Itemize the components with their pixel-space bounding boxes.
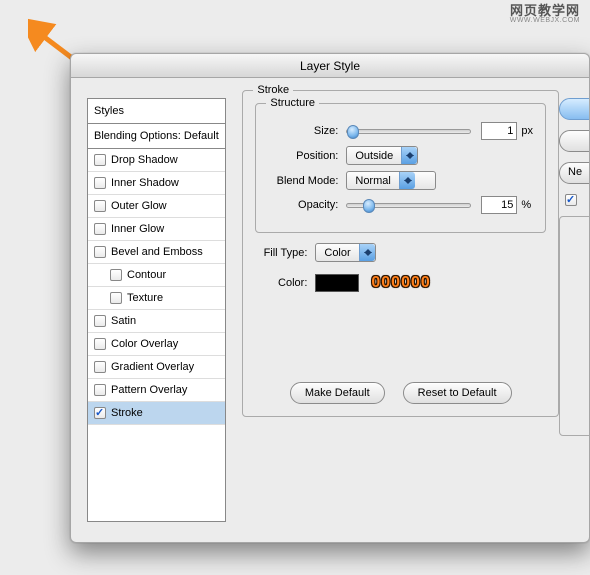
sidebar-item-inner-shadow[interactable]: Inner Shadow xyxy=(88,172,225,195)
opacity-slider-thumb[interactable] xyxy=(363,199,375,213)
size-slider-thumb[interactable] xyxy=(347,125,359,139)
watermark-en: WWW.WEBJX.COM xyxy=(510,17,580,24)
structure-group: Structure Size: px Position: Outside xyxy=(255,103,546,233)
sidebar-item-label: Inner Glow xyxy=(111,223,164,235)
color-row: Color: 000000 xyxy=(255,274,546,292)
sidebar-item-drop-shadow[interactable]: Drop Shadow xyxy=(88,149,225,172)
sidebar-blending-options[interactable]: Blending Options: Default xyxy=(88,124,225,149)
sidebar-checkbox[interactable] xyxy=(94,407,106,419)
sidebar-item-gradient-overlay[interactable]: Gradient Overlay xyxy=(88,356,225,379)
position-label: Position: xyxy=(268,150,346,162)
sidebar-item-satin[interactable]: Satin xyxy=(88,310,225,333)
sidebar-header[interactable]: Styles xyxy=(88,99,225,124)
opacity-unit: % xyxy=(521,199,531,211)
filltype-select[interactable]: Color xyxy=(315,243,375,262)
sidebar-item-texture[interactable]: Texture xyxy=(88,287,225,310)
watermark-cn: 网页教学网 xyxy=(510,4,580,17)
blendmode-select[interactable]: Normal xyxy=(346,171,436,190)
size-input[interactable] xyxy=(481,122,517,140)
styles-sidebar: Styles Blending Options: Default Drop Sh… xyxy=(87,98,226,522)
sidebar-checkbox[interactable] xyxy=(110,292,122,304)
size-unit: px xyxy=(521,125,533,137)
blendmode-row: Blend Mode: Normal xyxy=(268,171,533,190)
sidebar-item-label: Gradient Overlay xyxy=(111,361,194,373)
watermark: 网页教学网 WWW.WEBJX.COM xyxy=(510,4,580,24)
position-value: Outside xyxy=(355,150,393,162)
filltype-row: Fill Type: Color xyxy=(255,243,546,262)
chevron-updown-icon xyxy=(399,172,415,189)
size-slider[interactable] xyxy=(346,129,471,134)
color-label: Color: xyxy=(255,277,315,289)
reset-default-button[interactable]: Reset to Default xyxy=(403,382,512,404)
preview-checkbox[interactable] xyxy=(565,194,577,206)
sidebar-item-label: Bevel and Emboss xyxy=(111,246,203,258)
position-select[interactable]: Outside xyxy=(346,146,418,165)
color-hex-annotation: 000000 xyxy=(371,274,430,292)
preview-box xyxy=(559,216,589,436)
sidebar-checkbox[interactable] xyxy=(94,177,106,189)
sidebar-item-label: Stroke xyxy=(111,407,143,419)
make-default-button[interactable]: Make Default xyxy=(290,382,385,404)
sidebar-checkbox[interactable] xyxy=(94,223,106,235)
sidebar-item-label: Texture xyxy=(127,292,163,304)
sidebar-checkbox[interactable] xyxy=(110,269,122,281)
sidebar-item-contour[interactable]: Contour xyxy=(88,264,225,287)
sidebar-item-label: Pattern Overlay xyxy=(111,384,187,396)
sidebar-checkbox[interactable] xyxy=(94,338,106,350)
default-buttons-row: Make Default Reset to Default xyxy=(255,382,546,404)
chevron-updown-icon xyxy=(359,244,375,261)
sidebar-checkbox[interactable] xyxy=(94,361,106,373)
blendmode-label: Blend Mode: xyxy=(268,175,346,187)
size-label: Size: xyxy=(268,125,346,137)
color-swatch[interactable] xyxy=(315,274,359,292)
filltype-label: Fill Type: xyxy=(255,247,315,259)
structure-legend: Structure xyxy=(266,97,319,109)
chevron-updown-icon xyxy=(401,147,417,164)
position-row: Position: Outside xyxy=(268,146,533,165)
stroke-group: Stroke Structure Size: px Position: xyxy=(242,90,559,417)
blendmode-value: Normal xyxy=(355,175,390,187)
preview-checkbox-row[interactable] xyxy=(561,194,589,206)
layer-style-dialog: Layer Style Styles Blending Options: Def… xyxy=(70,53,590,543)
filltype-value: Color xyxy=(324,247,350,259)
sidebar-item-pattern-overlay[interactable]: Pattern Overlay xyxy=(88,379,225,402)
sidebar-checkbox[interactable] xyxy=(94,315,106,327)
sidebar-item-label: Inner Shadow xyxy=(111,177,179,189)
dialog-right-column: Ne xyxy=(559,78,589,542)
sidebar-checkbox[interactable] xyxy=(94,154,106,166)
opacity-row: Opacity: % xyxy=(268,196,533,214)
sidebar-checkbox[interactable] xyxy=(94,246,106,258)
cancel-button[interactable] xyxy=(559,130,589,152)
new-style-button[interactable]: Ne xyxy=(559,162,589,184)
sidebar-item-outer-glow[interactable]: Outer Glow xyxy=(88,195,225,218)
dialog-body: Styles Blending Options: Default Drop Sh… xyxy=(71,78,589,542)
sidebar-item-label: Outer Glow xyxy=(111,200,167,212)
stroke-panel: Stroke Structure Size: px Position: xyxy=(226,78,559,542)
sidebar-checkbox[interactable] xyxy=(94,384,106,396)
opacity-slider[interactable] xyxy=(346,203,471,208)
sidebar-item-color-overlay[interactable]: Color Overlay xyxy=(88,333,225,356)
sidebar-item-stroke[interactable]: Stroke xyxy=(88,402,225,425)
ok-button[interactable] xyxy=(559,98,589,120)
opacity-label: Opacity: xyxy=(268,199,346,211)
sidebar-item-label: Color Overlay xyxy=(111,338,178,350)
sidebar-item-label: Satin xyxy=(111,315,136,327)
sidebar-item-label: Contour xyxy=(127,269,166,281)
dialog-title: Layer Style xyxy=(71,54,589,78)
size-row: Size: px xyxy=(268,122,533,140)
sidebar-checkbox[interactable] xyxy=(94,200,106,212)
sidebar-item-bevel-and-emboss[interactable]: Bevel and Emboss xyxy=(88,241,225,264)
stroke-legend: Stroke xyxy=(253,84,293,96)
sidebar-item-label: Drop Shadow xyxy=(111,154,178,166)
opacity-input[interactable] xyxy=(481,196,517,214)
sidebar-item-inner-glow[interactable]: Inner Glow xyxy=(88,218,225,241)
